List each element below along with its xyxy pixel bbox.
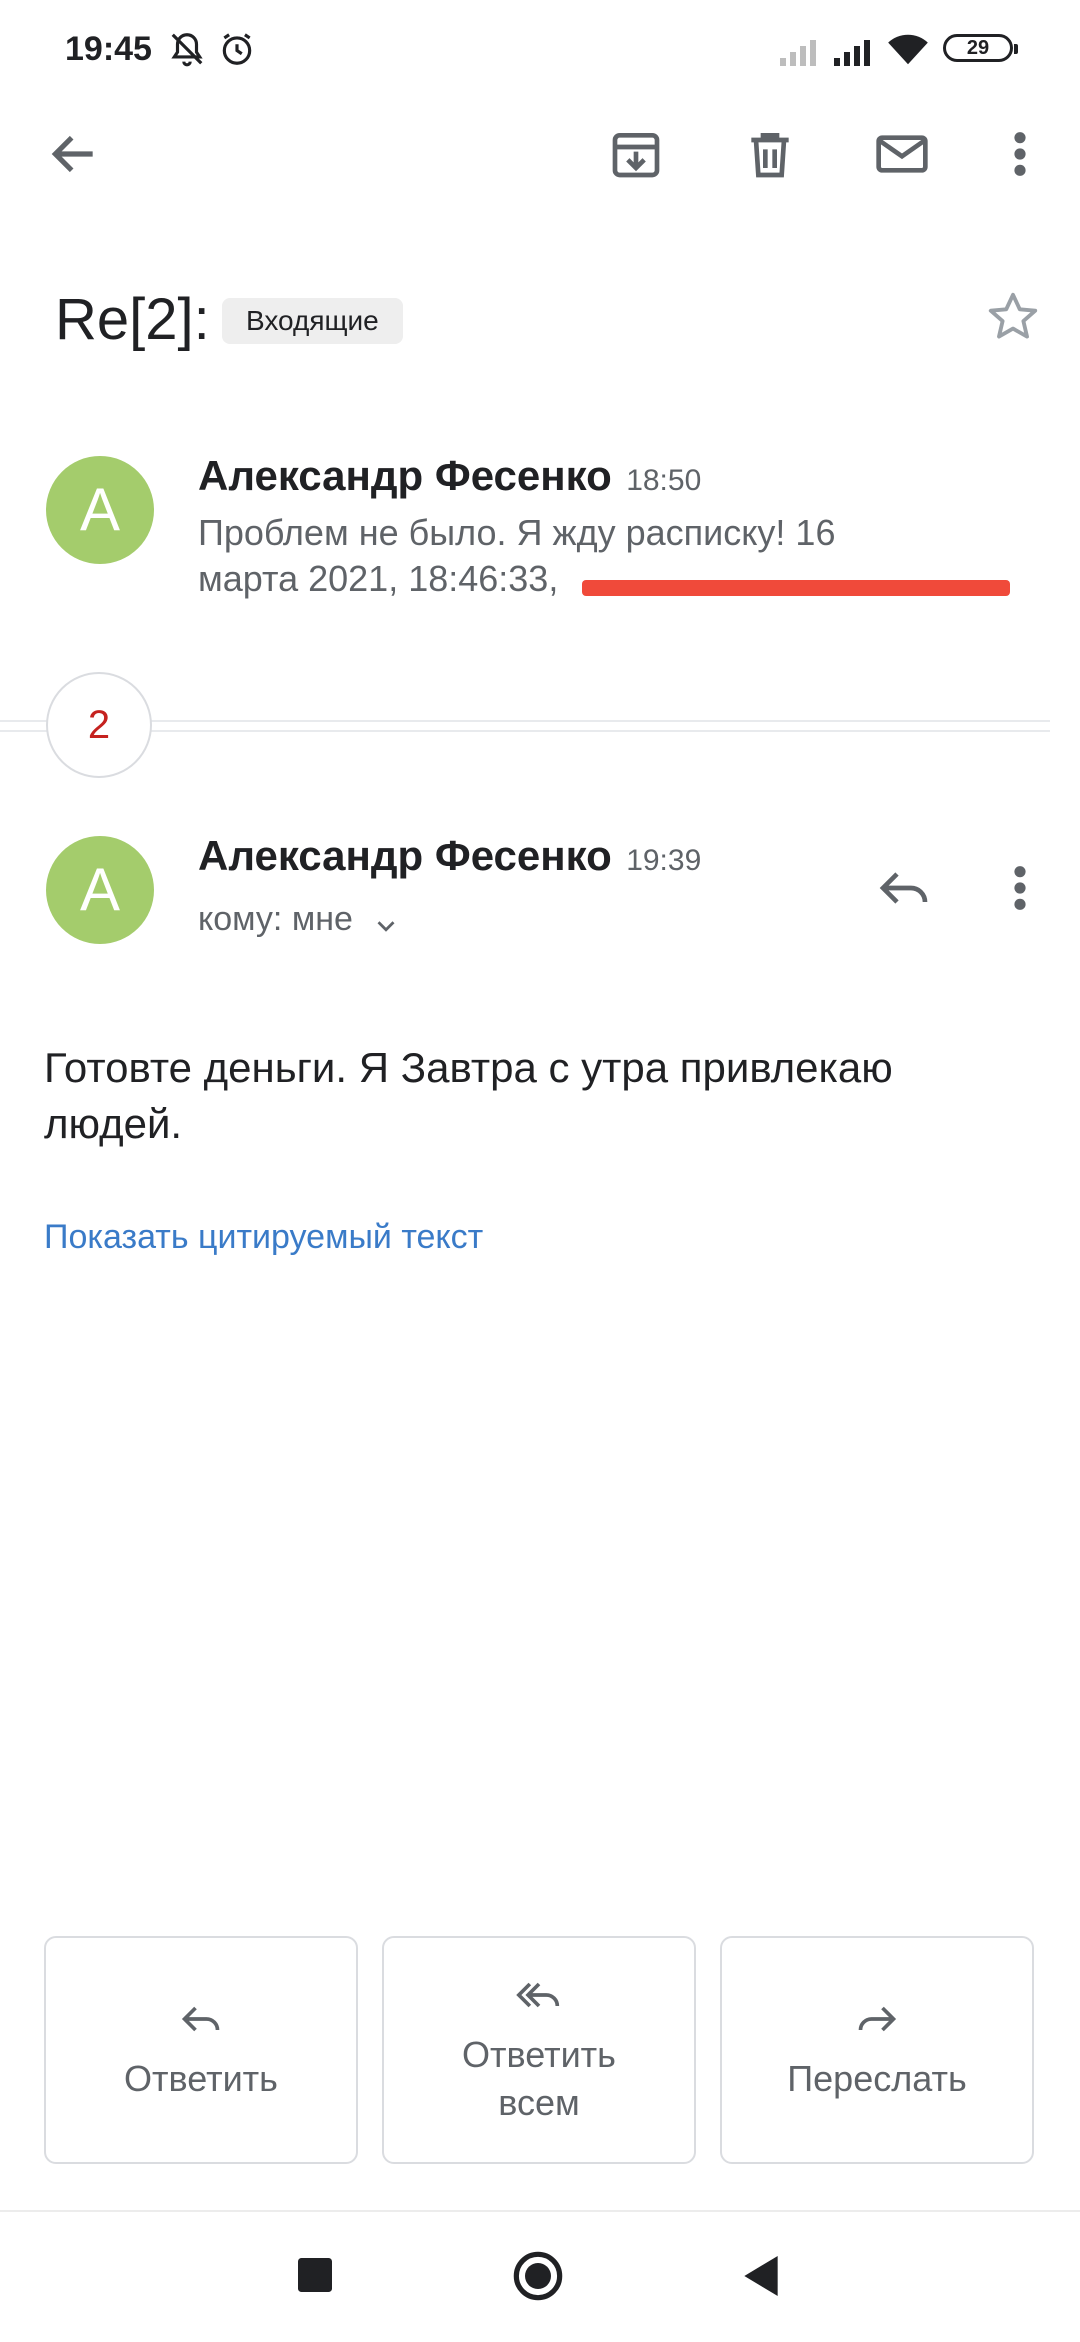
message-header: Александр Фесенко 18:50 — [198, 452, 701, 500]
reply-all-button[interactable]: Ответить всем — [382, 1936, 696, 2164]
message-time: 19:39 — [626, 844, 702, 877]
home-icon[interactable] — [512, 2250, 564, 2302]
trash-icon[interactable] — [742, 126, 798, 182]
alarm-icon — [218, 30, 256, 68]
more-vert-icon[interactable] — [1002, 860, 1038, 916]
reply-icon[interactable] — [876, 860, 932, 916]
thread-subject: Re[2]: — [55, 287, 210, 352]
status-time: 19:45 — [65, 30, 152, 68]
more-vert-icon[interactable] — [1002, 126, 1038, 182]
back-arrow-icon[interactable] — [46, 126, 102, 182]
recipient-text: кому: мне — [198, 900, 353, 938]
forward-button[interactable]: Переслать — [720, 1936, 1034, 2164]
message-body: Готовте деньги. Я Завтра с утра привлека… — [44, 1044, 893, 1147]
signal-icon — [834, 36, 874, 66]
label-chip-inbox[interactable]: Входящие — [222, 298, 403, 344]
redaction-mark — [582, 580, 1010, 596]
collapsed-messages-count[interactable]: 2 — [46, 672, 152, 778]
wifi-icon — [886, 30, 930, 66]
reply-button[interactable]: Ответить — [44, 1936, 358, 2164]
reply-all-label: Ответить всем — [462, 2034, 616, 2123]
avatar: А — [46, 836, 154, 944]
sender-name: Александр Фесенко — [198, 832, 612, 879]
signal-weak-icon — [780, 36, 820, 66]
divider — [0, 730, 1050, 732]
sender-name: Александр Фесенко — [198, 452, 612, 499]
avatar: А — [46, 456, 154, 564]
system-nav-bar — [0, 2210, 1080, 2342]
snippet-line-1: Проблем не было. Я жду расписку! 16 — [198, 512, 836, 553]
mail-icon[interactable] — [872, 126, 932, 182]
reply-icon — [179, 1997, 223, 2041]
reply-all-icon — [515, 1973, 563, 2017]
chevron-down-icon — [371, 911, 401, 941]
forward-icon — [855, 1997, 899, 2041]
star-icon[interactable] — [984, 288, 1042, 346]
recents-icon[interactable] — [298, 2258, 332, 2292]
message-header: Александр Фесенко 19:39 — [198, 832, 701, 880]
show-quoted-text-link[interactable]: Показать цитируемый текст — [44, 1218, 483, 1257]
archive-icon[interactable] — [608, 126, 664, 182]
message-collapsed[interactable]: А Александр Фесенко 18:50 Проблем не был… — [0, 430, 1080, 630]
notifications-off-icon — [168, 30, 206, 68]
battery-indicator: 29 — [943, 34, 1018, 62]
recipient-details[interactable]: кому: мне — [198, 900, 401, 941]
reply-label: Ответить — [124, 2058, 278, 2099]
message-time: 18:50 — [626, 464, 702, 497]
divider — [0, 720, 1050, 722]
back-nav-icon[interactable] — [742, 2256, 780, 2296]
forward-label: Переслать — [787, 2058, 967, 2099]
